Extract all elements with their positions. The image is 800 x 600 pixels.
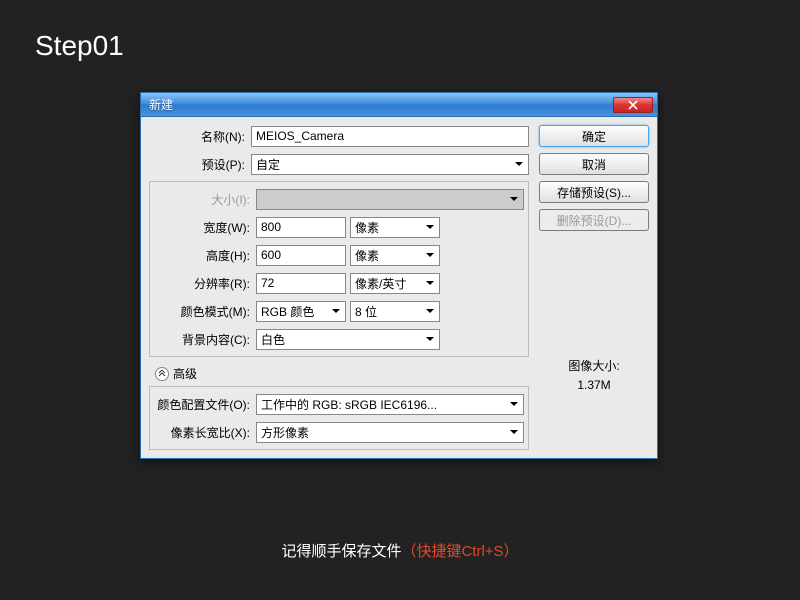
delete-preset-button: 删除预设(D)...	[539, 209, 649, 231]
profile-label: 颜色配置文件(O):	[154, 396, 256, 413]
bg-value: 白色	[261, 331, 285, 348]
res-unit-select[interactable]: 像素/英寸	[350, 273, 440, 294]
preset-select[interactable]: 自定	[251, 154, 529, 175]
save-preset-button[interactable]: 存储预设(S)...	[539, 181, 649, 203]
footer-shortcut: （快捷键Ctrl+S）	[401, 543, 518, 560]
chevron-up-icon	[155, 367, 169, 381]
name-label: 名称(N):	[149, 128, 251, 145]
height-unit-select[interactable]: 像素	[350, 245, 440, 266]
mode-label: 颜色模式(M):	[154, 303, 256, 320]
mode-select[interactable]: RGB 颜色	[256, 301, 346, 322]
footer-tip: 记得顺手保存文件（快捷键Ctrl+S）	[0, 540, 800, 561]
width-input[interactable]	[256, 217, 346, 238]
aspect-label: 像素长宽比(X):	[154, 424, 256, 441]
titlebar[interactable]: 新建	[141, 93, 657, 117]
advanced-label: 高级	[173, 365, 197, 382]
width-unit-value: 像素	[355, 219, 379, 236]
name-input[interactable]	[251, 126, 529, 147]
aspect-value: 方形像素	[261, 424, 309, 441]
image-size-label: 图像大小:	[539, 357, 649, 376]
preset-label: 预设(P):	[149, 156, 251, 173]
ok-button[interactable]: 确定	[539, 125, 649, 147]
close-icon	[628, 100, 638, 110]
cancel-button[interactable]: 取消	[539, 153, 649, 175]
size-group: 大小(I): 宽度(W): 像素 高度(H): 像素 分辨率(R): 像素/英寸	[149, 181, 529, 357]
new-dialog: 新建 名称(N): 预设(P): 自定 大小(I):	[140, 92, 658, 459]
image-size-value: 1.37M	[539, 376, 649, 395]
profile-value: 工作中的 RGB: sRGB IEC6196...	[261, 396, 437, 413]
mode-value: RGB 颜色	[261, 303, 314, 320]
depth-select[interactable]: 8 位	[350, 301, 440, 322]
bg-label: 背景内容(C):	[154, 331, 256, 348]
depth-value: 8 位	[355, 303, 377, 320]
bg-select[interactable]: 白色	[256, 329, 440, 350]
step-label: Step01	[35, 30, 124, 62]
close-button[interactable]	[613, 97, 653, 113]
height-label: 高度(H):	[154, 247, 256, 264]
width-label: 宽度(W):	[154, 219, 256, 236]
res-label: 分辨率(R):	[154, 275, 256, 292]
width-unit-select[interactable]: 像素	[350, 217, 440, 238]
advanced-toggle[interactable]: 高级	[155, 365, 529, 382]
image-size-info: 图像大小: 1.37M	[539, 357, 649, 395]
footer-text: 记得顺手保存文件	[281, 543, 401, 560]
res-input[interactable]	[256, 273, 346, 294]
size-select	[256, 189, 524, 210]
height-input[interactable]	[256, 245, 346, 266]
res-unit-value: 像素/英寸	[355, 275, 406, 292]
profile-select[interactable]: 工作中的 RGB: sRGB IEC6196...	[256, 394, 524, 415]
preset-value: 自定	[256, 156, 280, 173]
height-unit-value: 像素	[355, 247, 379, 264]
aspect-select[interactable]: 方形像素	[256, 422, 524, 443]
advanced-group: 颜色配置文件(O): 工作中的 RGB: sRGB IEC6196... 像素长…	[149, 386, 529, 450]
dialog-title: 新建	[149, 96, 173, 113]
size-label: 大小(I):	[154, 191, 256, 208]
